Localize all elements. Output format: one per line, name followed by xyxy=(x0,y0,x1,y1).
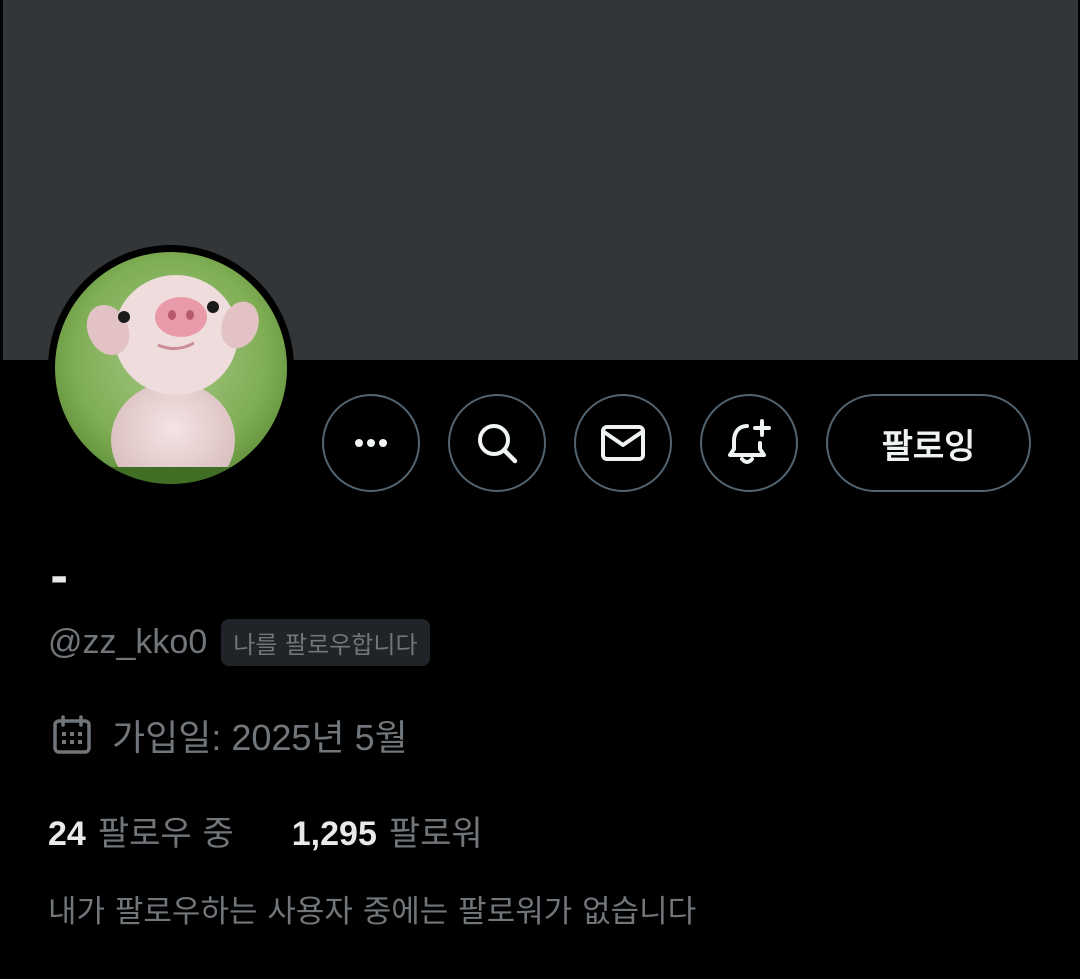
following-stat-link[interactable]: 24 팔로우 중 xyxy=(48,806,234,855)
avatar-image xyxy=(49,246,293,490)
joined-date: 가입일: 2025년 5월 xyxy=(112,717,408,758)
following-button[interactable]: 팔로잉 xyxy=(826,394,1031,492)
follows-you-badge: 나를 팔로우합니다 xyxy=(221,618,430,666)
mail-icon xyxy=(601,425,645,461)
search-icon xyxy=(478,424,518,464)
search-button[interactable] xyxy=(448,394,546,492)
handle-row: @zz_kko0 나를 팔로우합니다 xyxy=(48,618,430,666)
followers-count: 1,295 xyxy=(291,814,377,853)
bell-plus-icon xyxy=(728,419,771,464)
display-name: - xyxy=(50,552,69,603)
followers-label: 팔로워 xyxy=(388,813,483,854)
following-count: 24 xyxy=(48,814,86,853)
calendar-icon xyxy=(53,715,91,754)
joined-date-row: 가입일: 2025년 5월 xyxy=(50,710,408,760)
followers-stat-link[interactable]: 1,295 팔로워 xyxy=(292,806,483,855)
message-button[interactable] xyxy=(574,394,672,492)
notifications-button[interactable] xyxy=(700,394,798,492)
username-handle: @zz_kko0 xyxy=(48,622,208,661)
mutual-followers-note: 내가 팔로우하는 사용자 중에는 팔로워가 없습니다 xyxy=(48,894,697,930)
more-horizontal-icon xyxy=(355,439,387,447)
following-button-label: 팔로잉 xyxy=(881,426,976,467)
more-button[interactable] xyxy=(322,394,420,492)
profile-avatar[interactable] xyxy=(48,245,294,491)
follow-stats: 24 팔로우 중 1,295 팔로워 xyxy=(48,806,483,854)
following-label: 팔로우 중 xyxy=(97,813,234,854)
